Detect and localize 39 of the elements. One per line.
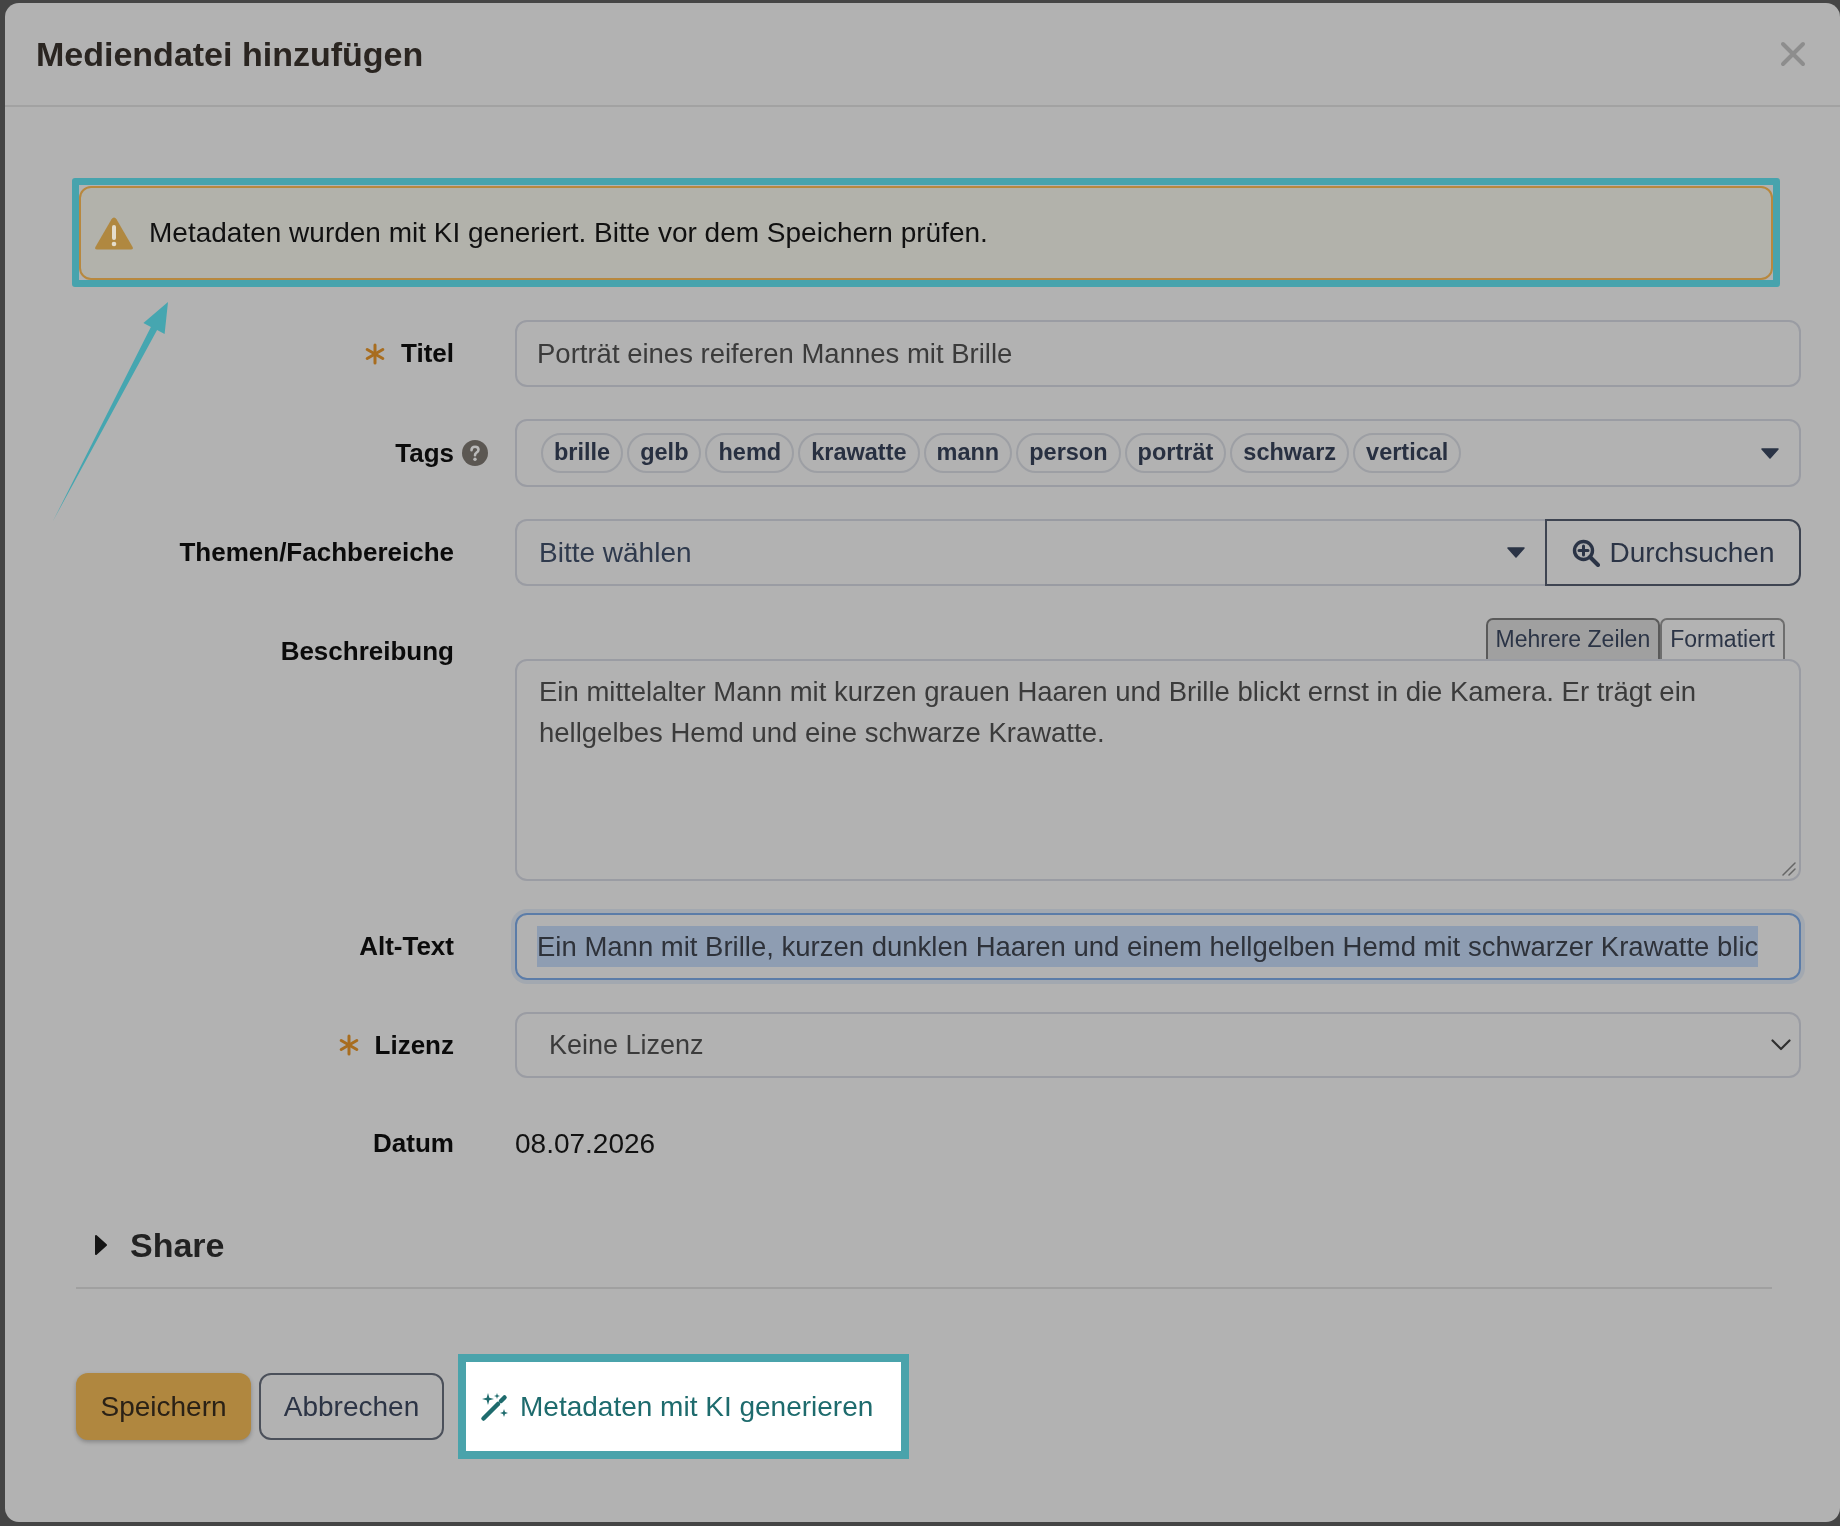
tag-chip[interactable]: porträt <box>1124 433 1227 473</box>
editor-mode-tab[interactable]: Formatiert <box>1660 618 1785 659</box>
tag-chip[interactable]: gelb <box>627 433 702 473</box>
resize-handle-icon <box>1782 862 1796 876</box>
caret-down-icon <box>1507 547 1525 558</box>
caret-down-icon <box>1761 447 1779 459</box>
chevron-down-icon <box>1771 1039 1791 1051</box>
cancel-button[interactable]: Abbrechen <box>259 1373 444 1440</box>
field-label: Tags <box>395 436 454 470</box>
field-label: Datum <box>373 1127 454 1160</box>
input-field[interactable]: Porträt eines reiferen Mannes mit Brille <box>515 320 1801 387</box>
tag-chip[interactable]: vertical <box>1353 433 1462 473</box>
field-label: Themen/Fachbereiche <box>179 536 454 569</box>
date-value: 08.07.2026 <box>515 1126 656 1161</box>
share-toggle[interactable]: Share <box>94 1219 225 1271</box>
tags-field[interactable]: brille gelb hemd krawatte mann person porträt schwarz vertical <box>515 419 1801 487</box>
select-field[interactable]: Keine Lizenz <box>515 1012 1801 1078</box>
field-label: Beschreibung <box>280 635 454 668</box>
tag-chip[interactable]: schwarz <box>1230 433 1350 473</box>
tag-chip[interactable]: brille <box>541 433 624 473</box>
field-label: Lizenz <box>374 1028 454 1062</box>
warning-icon <box>94 215 134 251</box>
select-field[interactable]: Bitte wählen <box>515 519 1545 586</box>
tag-chip[interactable]: person <box>1016 433 1121 473</box>
tag-chip[interactable]: hemd <box>705 433 795 473</box>
dialog-title: Mediendatei hinzufügen <box>36 37 424 71</box>
tag-chip[interactable]: krawatte <box>798 433 920 473</box>
ai-generate-button[interactable]: Metadaten mit KI generieren <box>466 1362 902 1451</box>
save-button[interactable]: Speichern <box>76 1373 251 1440</box>
editor-mode-tab[interactable]: Mehrere Zeilen <box>1485 618 1661 659</box>
close-icon <box>1780 41 1806 67</box>
tag-chip[interactable]: mann <box>923 433 1013 473</box>
alert-message: Metadaten wurden mit KI generiert. Bitte vor dem Speichern prüfen. <box>149 216 988 250</box>
field-label: Titel <box>401 337 454 370</box>
selected-text: Ein Mann mit Brille, kurzen dunklen Haaren und einem hellgelben Hemd mit schwarzer Krawatte blic <box>537 925 1759 968</box>
field-label: Alt-Text <box>359 930 454 963</box>
textarea-field[interactable]: Ein mittelalter Mann mit kurzen grauen Haaren und Brille blickt ernst in die Kamera. Er trägt ein hellgelbes Hemd und eine schwarze Krawatte. <box>515 659 1801 881</box>
search-plus-icon <box>1571 538 1600 567</box>
browse-button[interactable]: Durchsuchen <box>1545 519 1801 586</box>
